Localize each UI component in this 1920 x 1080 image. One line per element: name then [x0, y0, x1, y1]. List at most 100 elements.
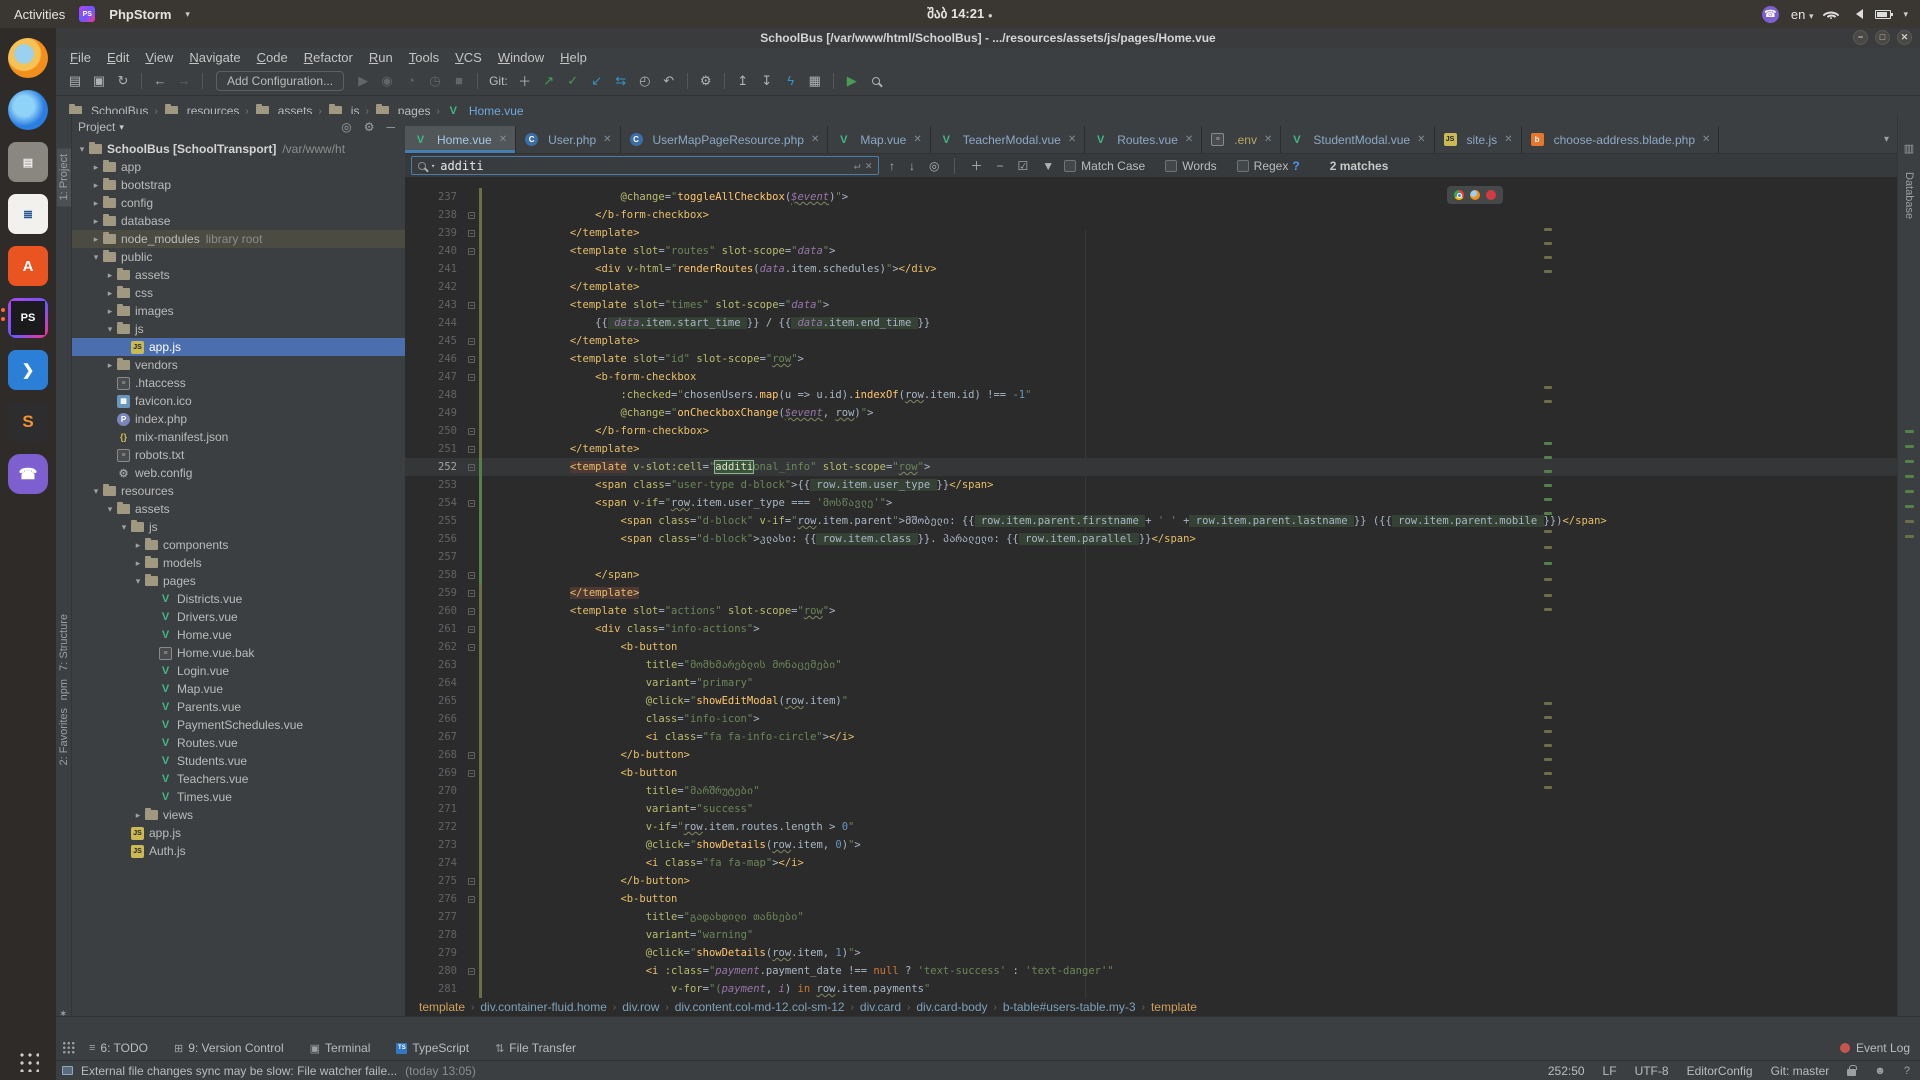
tree-item-paymentschedules.vue[interactable]: VPaymentSchedules.vue	[72, 716, 405, 734]
sync-icon[interactable]: ↻	[112, 70, 134, 92]
toolwindow-terminal[interactable]: ▣Terminal	[310, 1041, 371, 1055]
tool-stripe-database[interactable]: Database	[1903, 172, 1915, 219]
run-anything-icon[interactable]: ▶	[841, 70, 863, 92]
stripe-button-icon[interactable]: ▥	[1898, 142, 1920, 155]
tool-windows-grid-icon[interactable]	[62, 1041, 75, 1054]
fold-marker-icon[interactable]	[468, 230, 475, 237]
wrench-icon[interactable]: ⚙	[695, 70, 717, 92]
git-history-icon[interactable]: ◴	[634, 70, 656, 92]
tree-item-parents.vue[interactable]: VParents.vue	[72, 698, 405, 716]
menu-run[interactable]: Run	[361, 50, 401, 65]
tree-item-components[interactable]: ▸components	[72, 536, 405, 554]
firefox-icon[interactable]	[1470, 190, 1480, 200]
status-lf[interactable]: LF	[1603, 1064, 1617, 1078]
keyboard-layout-indicator[interactable]: en ▾	[1791, 7, 1814, 22]
regex-checkbox[interactable]: Regex?	[1237, 159, 1300, 173]
gutter-fold[interactable]	[463, 494, 479, 512]
prev-match-icon[interactable]: ↑	[885, 159, 899, 173]
dock-phpstorm-icon[interactable]: PS	[8, 298, 48, 338]
tree-expand-icon[interactable]: ▾	[104, 324, 116, 335]
wifi-icon[interactable]	[1825, 9, 1839, 19]
maximize-button[interactable]: □	[1875, 30, 1890, 45]
tab-close-icon[interactable]: ✕	[913, 134, 921, 145]
gutter-fold[interactable]	[463, 638, 479, 656]
tab-close-icon[interactable]: ✕	[1702, 134, 1710, 145]
menu-refactor[interactable]: Refactor	[296, 50, 361, 65]
tree-item-views[interactable]: ▸views	[72, 806, 405, 824]
tab-close-icon[interactable]: ✕	[1504, 134, 1512, 145]
git-push-icon[interactable]: ↗	[538, 70, 560, 92]
tab-close-icon[interactable]: ✕	[603, 134, 611, 145]
fold-marker-icon[interactable]	[468, 428, 475, 435]
tag-crumb-0[interactable]: template	[419, 1000, 465, 1014]
hints-icon[interactable]: ?	[1904, 1065, 1910, 1077]
tree-item-.htaccess[interactable]: ≡.htaccess	[72, 374, 405, 392]
tree-item-districts.vue[interactable]: VDistricts.vue	[72, 590, 405, 608]
layout-icon[interactable]: ▦	[804, 70, 826, 92]
gutter-fold[interactable]	[463, 566, 479, 584]
profiler-icon[interactable]: ◷	[424, 70, 446, 92]
menu-tools[interactable]: Tools	[401, 50, 447, 65]
tree-item-database[interactable]: ▸database	[72, 212, 405, 230]
tree-expand-icon[interactable]: ▸	[90, 216, 102, 227]
dock-software-icon[interactable]: A	[8, 246, 48, 286]
tree-expand-icon[interactable]: ▸	[104, 288, 116, 299]
tab-studentmodal.vue[interactable]: VStudentModal.vue✕	[1281, 126, 1434, 153]
event-log-button[interactable]: Event Log	[1840, 1041, 1910, 1055]
toolwindow-9--version-control[interactable]: ⊞9: Version Control	[174, 1041, 284, 1055]
tree-expand-icon[interactable]: ▸	[90, 234, 102, 245]
gutter-fold[interactable]	[463, 332, 479, 350]
tree-item-login.vue[interactable]: VLogin.vue	[72, 662, 405, 680]
gutter-fold[interactable]	[463, 872, 479, 890]
tab-close-icon[interactable]: ✕	[1417, 134, 1425, 145]
coverage-icon[interactable]: ◔	[400, 70, 422, 92]
search-everywhere-icon[interactable]	[865, 70, 887, 92]
fold-marker-icon[interactable]	[468, 896, 475, 903]
tree-item-config[interactable]: ▸config	[72, 194, 405, 212]
tab-teachermodal.vue[interactable]: VTeacherModal.vue✕	[931, 126, 1085, 153]
fold-marker-icon[interactable]	[468, 302, 475, 309]
status-editorconfig[interactable]: EditorConfig	[1687, 1064, 1753, 1078]
tree-item-assets[interactable]: ▾assets	[72, 500, 405, 518]
gutter-fold[interactable]	[463, 206, 479, 224]
fold-marker-icon[interactable]	[468, 248, 475, 255]
menu-code[interactable]: Code	[249, 50, 296, 65]
battery-icon[interactable]	[1875, 10, 1891, 19]
status-message[interactable]: External file changes sync may be slow: …	[81, 1064, 397, 1078]
gutter-fold[interactable]	[463, 440, 479, 458]
fold-marker-icon[interactable]	[468, 968, 475, 975]
tool-stripe-npm[interactable]: npm	[58, 679, 70, 700]
tab-close-icon[interactable]: ✕	[1068, 134, 1076, 145]
tree-item-web.config[interactable]: ⚙web.config	[72, 464, 405, 482]
git-merge-icon[interactable]: ⇆	[610, 70, 632, 92]
fold-marker-icon[interactable]	[468, 356, 475, 363]
hide-panel-icon[interactable]: ─	[382, 120, 399, 134]
tree-expand-icon[interactable]: ▸	[104, 270, 116, 281]
toolwindow-file-transfer[interactable]: ⇅File Transfer	[495, 1041, 576, 1055]
next-match-icon[interactable]: ↓	[905, 159, 919, 173]
locate-file-icon[interactable]: ◎	[337, 120, 355, 134]
tab-close-icon[interactable]: ✕	[1185, 134, 1193, 145]
gutter-fold[interactable]	[463, 890, 479, 908]
tree-item-images[interactable]: ▸images	[72, 302, 405, 320]
tree-expand-icon[interactable]: ▸	[90, 162, 102, 173]
tree-item-public[interactable]: ▾public	[72, 248, 405, 266]
gutter-fold[interactable]	[463, 350, 479, 368]
tree-item-robots.txt[interactable]: ≡robots.txt	[72, 446, 405, 464]
menu-view[interactable]: View	[137, 50, 181, 65]
tab-user.php[interactable]: CUser.php✕	[516, 126, 620, 153]
bolt-icon[interactable]: ϟ	[780, 70, 802, 92]
fold-marker-icon[interactable]	[468, 878, 475, 885]
tree-item-home.vue.bak[interactable]: ≡Home.vue.bak	[72, 644, 405, 662]
dock-files-icon[interactable]: ▤	[8, 142, 48, 182]
tree-item-css[interactable]: ▸css	[72, 284, 405, 302]
tool-stripe-project[interactable]: 1: Project	[57, 148, 71, 206]
status-git--master[interactable]: Git: master	[1771, 1064, 1830, 1078]
search-input[interactable]: ▾ additi ↵ ✕	[411, 156, 879, 175]
expand-icon[interactable]: ↥	[732, 70, 754, 92]
menu-edit[interactable]: Edit	[99, 50, 137, 65]
menu-navigate[interactable]: Navigate	[181, 50, 248, 65]
menu-window[interactable]: Window	[490, 50, 552, 65]
tab-routes.vue[interactable]: VRoutes.vue✕	[1085, 126, 1202, 153]
tag-crumb-1[interactable]: div.container-fluid.home	[480, 1000, 607, 1014]
